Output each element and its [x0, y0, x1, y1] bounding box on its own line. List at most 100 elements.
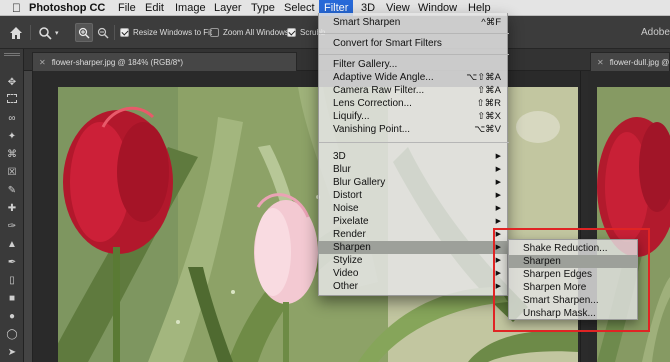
menu-item-lens-correction[interactable]: Lens Correction... ⇧⌘R: [319, 97, 509, 110]
submenu-arrow-icon: ▶: [495, 205, 501, 212]
shortcut-label: ⌥⇧⌘A: [466, 72, 501, 83]
tab-label: flower-sharper.jpg @ 184% (RGB/8*): [51, 58, 183, 67]
shortcut-label: ⇧⌘R: [476, 98, 501, 109]
menu-item-vanishing-point[interactable]: Vanishing Point... ⌥⌘V: [319, 123, 509, 136]
eyedropper-tool-icon[interactable]: ✎: [4, 184, 20, 198]
move-tool-icon[interactable]: ✥: [4, 76, 20, 90]
vertical-ruler: [24, 71, 33, 362]
chevron-down-icon: ▾: [55, 29, 59, 37]
paint-bucket-tool-icon[interactable]: ■: [4, 292, 20, 306]
menu-item-filter-gallery[interactable]: Filter Gallery...: [319, 58, 509, 71]
checkbox-unchecked-icon: [210, 28, 219, 37]
apple-menu-icon[interactable]: : [12, 1, 21, 15]
eraser-tool-icon[interactable]: ▯: [4, 274, 20, 288]
menu-item-camera-raw-filter[interactable]: Camera Raw Filter... ⇧⌘A: [319, 84, 509, 97]
filter-menu-dropdown: Smart Sharpen ^⌘F Convert for Smart Filt…: [318, 13, 509, 296]
close-icon[interactable]: ✕: [39, 58, 46, 67]
submenu-arrow-icon: ▶: [495, 166, 501, 173]
menu-separator: [319, 142, 509, 143]
menu-layer[interactable]: Layer: [214, 0, 242, 16]
blur-tool-icon[interactable]: ●: [4, 310, 20, 324]
resize-windows-checkbox[interactable]: Resize Windows to Fit: [120, 23, 212, 42]
menu-image[interactable]: Image: [175, 0, 206, 16]
submenu-arrow-icon: ▶: [495, 153, 501, 160]
frame-tool-icon[interactable]: ☒: [4, 166, 20, 180]
shortcut-label: ⇧⌘A: [477, 85, 501, 96]
zoom-in-button[interactable]: [75, 23, 93, 42]
menu-item-label: Convert for Smart Filters: [333, 38, 442, 49]
shortcut-label: ⇧⌘X: [477, 111, 501, 122]
menu-separator: [319, 33, 509, 34]
close-icon[interactable]: ✕: [597, 58, 604, 67]
pen-tool-icon[interactable]: ➤: [4, 346, 20, 360]
menu-item-convert-smart-filters[interactable]: Convert for Smart Filters: [319, 37, 509, 50]
menu-item-label: Vanishing Point...: [333, 124, 411, 135]
shortcut-label: ⌥⌘V: [474, 124, 501, 135]
app-menu[interactable]: Photoshop CC: [29, 0, 105, 16]
submenu-arrow-icon: ▶: [495, 179, 501, 186]
submenu-arrow-icon: ▶: [495, 192, 501, 199]
menu-item-other[interactable]: Other ▶: [319, 280, 509, 293]
divider: [114, 25, 115, 40]
menu-item-label: Video: [333, 268, 359, 279]
workspace-label: Adobe: [641, 27, 670, 38]
checkbox-checked-icon: [287, 28, 296, 37]
menu-item-3d[interactable]: 3D ▶: [319, 150, 509, 163]
history-brush-tool-icon[interactable]: ✒: [4, 256, 20, 270]
menu-separator: [319, 54, 509, 55]
shortcut-label: ^⌘F: [481, 17, 501, 28]
healing-brush-tool-icon[interactable]: ✚: [4, 202, 20, 216]
menu-item-liquify[interactable]: Liquify... ⇧⌘X: [319, 110, 509, 123]
marquee-tool-icon[interactable]: [4, 94, 20, 108]
magic-wand-tool-icon[interactable]: ✦: [4, 130, 20, 144]
annotation-highlight-box: [493, 228, 650, 332]
home-button[interactable]: [8, 23, 24, 42]
home-icon: [10, 26, 22, 39]
menu-item-adaptive-wide-angle[interactable]: Adaptive Wide Angle... ⌥⇧⌘A: [319, 71, 509, 84]
menu-select[interactable]: Select: [284, 0, 315, 16]
menu-item-noise[interactable]: Noise ▶: [319, 202, 509, 215]
menu-item-blur-gallery[interactable]: Blur Gallery ▶: [319, 176, 509, 189]
tools-panel: ✥ ∞ ✦ ⌘ ☒ ✎ ✚ ✑ ▲ ✒ ▯ ■ ● ◯ ➤: [0, 49, 24, 362]
menu-item-last-filter[interactable]: Smart Sharpen ^⌘F: [319, 16, 509, 29]
menu-item-label: Distort: [333, 190, 362, 201]
zoom-in-icon: [78, 27, 90, 38]
menu-item-label: Blur: [333, 164, 351, 175]
crop-tool-icon[interactable]: ⌘: [4, 148, 20, 162]
tab-flower-sharper[interactable]: ✕ flower-sharper.jpg @ 184% (RGB/8*): [32, 52, 297, 71]
lasso-tool-icon[interactable]: ∞: [4, 112, 20, 126]
divider: [30, 25, 31, 40]
menu-item-label: Liquify...: [333, 111, 370, 122]
dodge-tool-icon[interactable]: ◯: [4, 328, 20, 342]
menu-edit[interactable]: Edit: [145, 0, 164, 16]
menu-item-stylize[interactable]: Stylize ▶: [319, 254, 509, 267]
menu-item-label: Other: [333, 281, 359, 292]
menu-type[interactable]: Type: [251, 0, 275, 16]
menu-item-sharpen[interactable]: Sharpen ▶: [319, 241, 509, 254]
menu-item-label: 3D: [333, 151, 346, 162]
brush-tool-icon[interactable]: ✑: [4, 220, 20, 234]
menu-item-label: Blur Gallery: [333, 177, 386, 188]
menu-item-label: Filter Gallery...: [333, 59, 398, 70]
zoom-out-button[interactable]: [97, 23, 109, 42]
menu-item-pixelate[interactable]: Pixelate ▶: [319, 215, 509, 228]
menu-item-distort[interactable]: Distort ▶: [319, 189, 509, 202]
checkbox-checked-icon: [120, 28, 129, 37]
menu-item-video[interactable]: Video ▶: [319, 267, 509, 280]
menu-item-blur[interactable]: Blur ▶: [319, 163, 509, 176]
menu-file[interactable]: File: [118, 0, 136, 16]
menu-item-label: Noise: [333, 203, 359, 214]
panel-grip[interactable]: [4, 53, 20, 56]
menu-item-label: Stylize: [333, 255, 363, 266]
menu-item-label: Render: [333, 229, 366, 240]
clone-stamp-tool-icon[interactable]: ▲: [4, 238, 20, 252]
menu-item-render[interactable]: Render ▶: [319, 228, 509, 241]
menu-item-label: Adaptive Wide Angle...: [333, 72, 434, 83]
zoom-icon: [39, 26, 52, 40]
zoom-out-icon: [97, 27, 109, 38]
menu-item-label: Sharpen: [333, 242, 371, 253]
zoom-all-windows-checkbox[interactable]: Zoom All Windows: [210, 23, 289, 42]
zoom-tool-preset[interactable]: ▾: [38, 23, 59, 42]
tab-flower-dull[interactable]: ✕ flower-dull.jpg @ 184%: [590, 52, 670, 71]
tab-label: flower-dull.jpg @ 184%: [609, 58, 670, 67]
